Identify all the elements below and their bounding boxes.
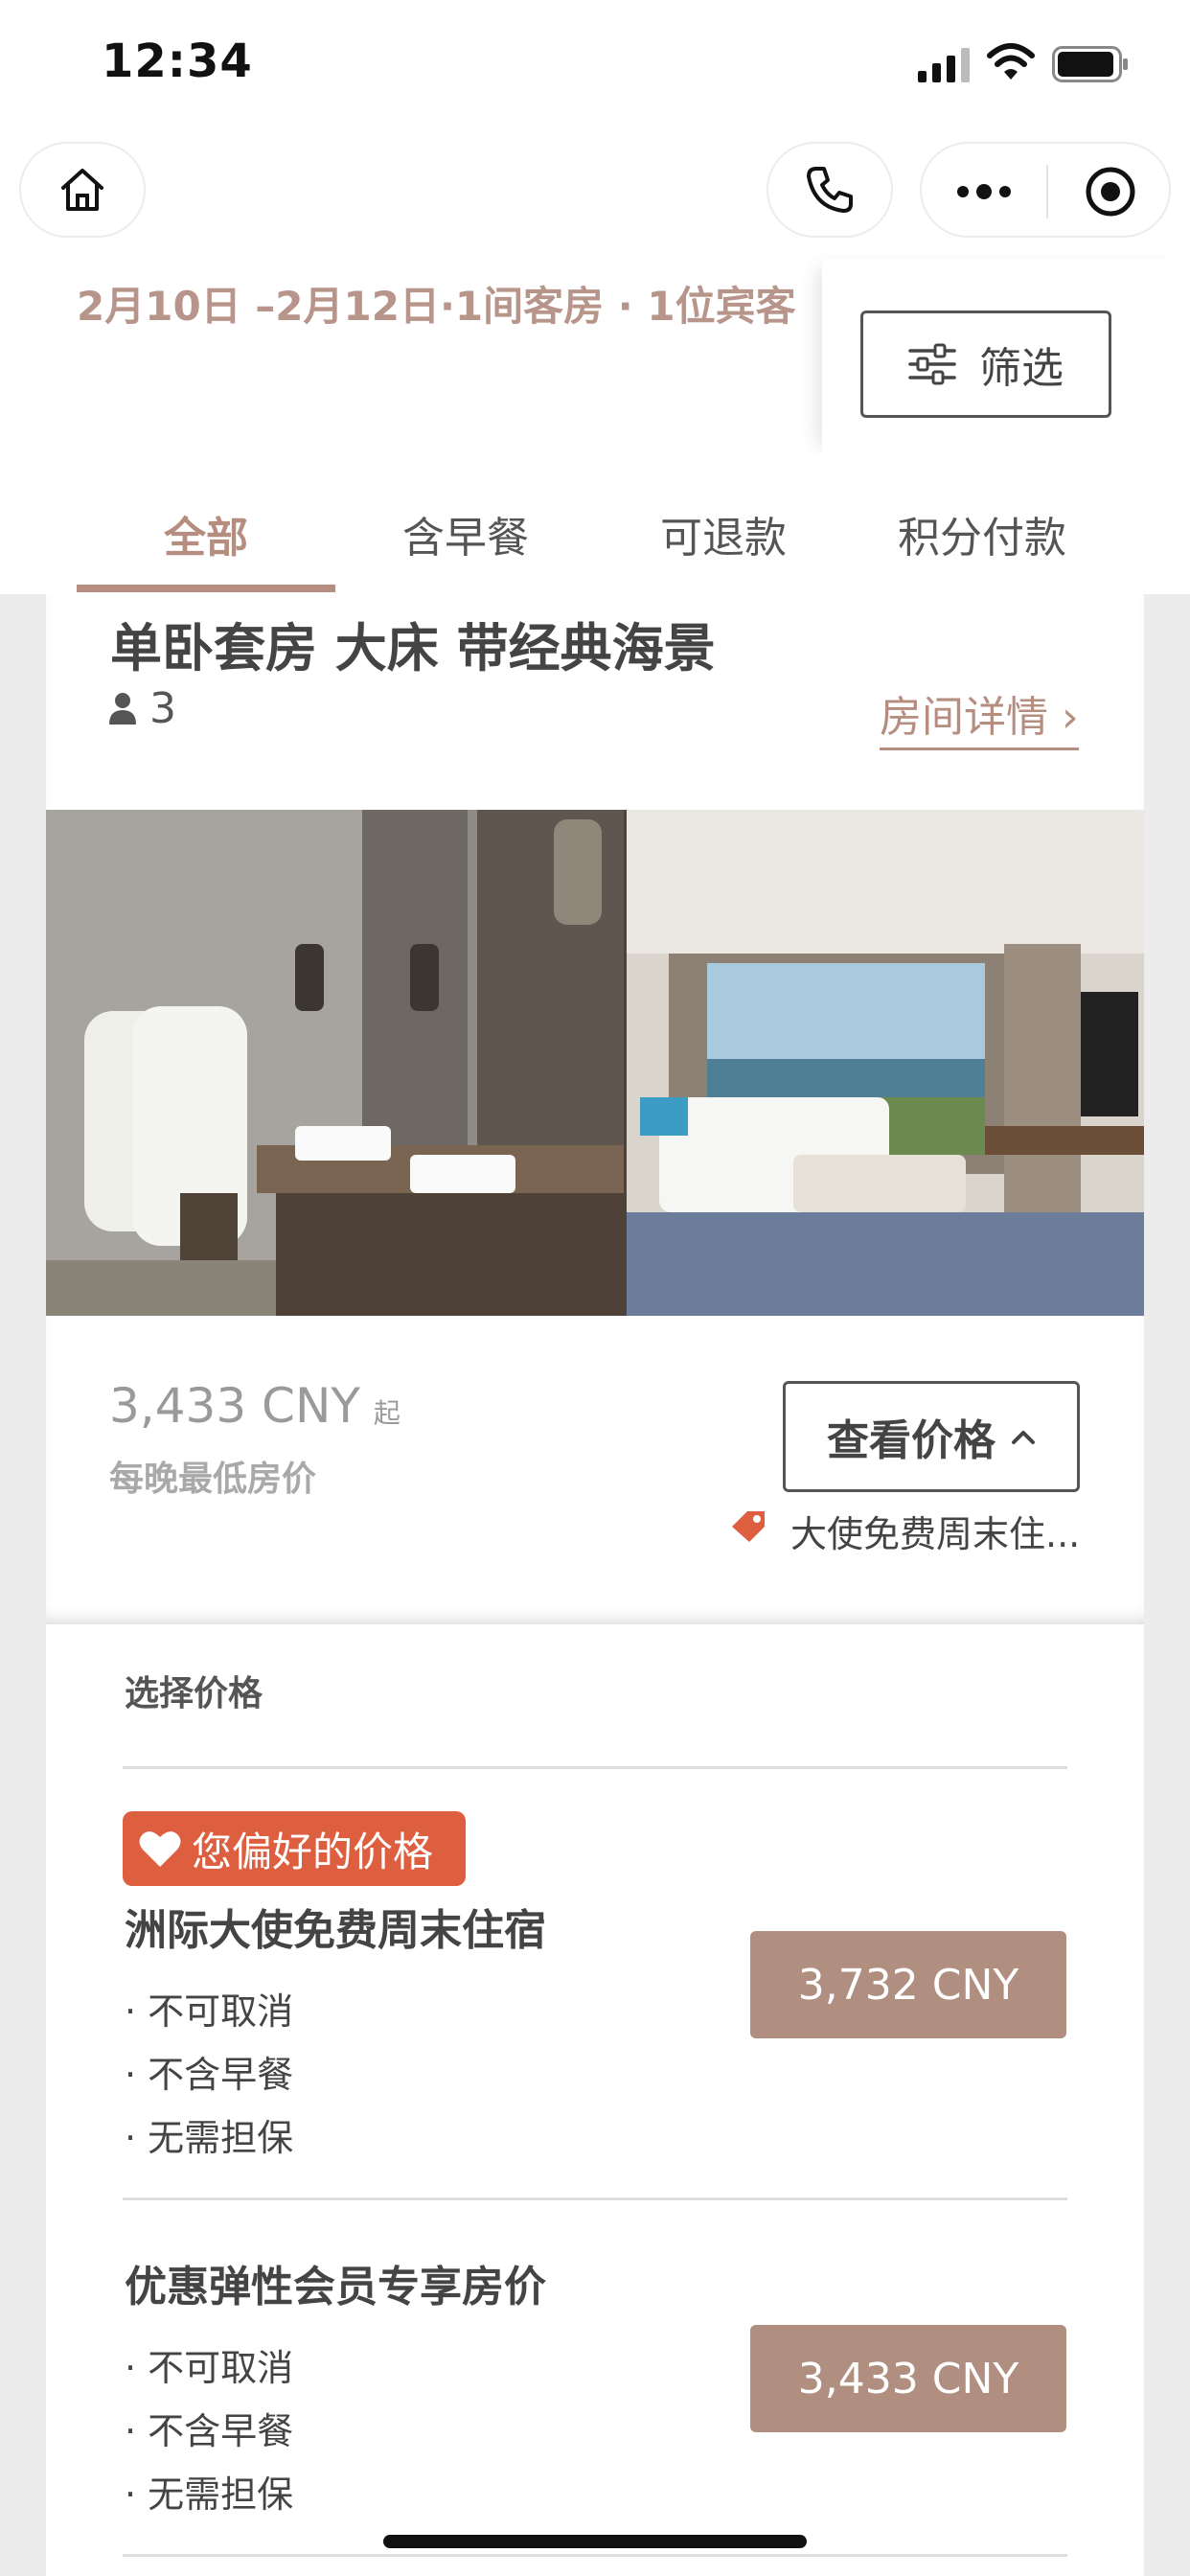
tag-icon (732, 1511, 765, 1542)
rate-feature: · 无需担保 (125, 2473, 294, 2516)
rate-feature: · 无需担保 (125, 2117, 294, 2159)
rate-feature: · 不含早餐 (125, 2410, 294, 2452)
mini-program-capsule (920, 142, 1171, 238)
preferred-rate-label: 您偏好的价格 (192, 1828, 434, 1875)
home-icon (61, 169, 103, 211)
close-mini-program-button[interactable] (1048, 144, 1173, 240)
price-from-label: 起 (373, 1397, 400, 1429)
guest-count: 3 (149, 684, 176, 733)
tab-all[interactable]: 全部 (77, 503, 335, 564)
tab-refundable[interactable]: 可退款 (594, 503, 853, 564)
status-time: 12:34 (102, 34, 253, 88)
select-rate-button[interactable]: 3,732 CNY (750, 1931, 1066, 2038)
more-button[interactable] (922, 144, 1046, 240)
rate-feature: · 不含早餐 (125, 2054, 294, 2096)
promo-label[interactable]: 大使免费周末住... (790, 1505, 1080, 1557)
active-tab-indicator (77, 585, 335, 592)
tab-points[interactable]: 积分付款 (853, 503, 1111, 564)
rate-section-heading: 选择价格 (125, 1674, 263, 1714)
rate-feature: · 不可取消 (125, 1990, 294, 2033)
cellular-signal-icon (918, 48, 970, 82)
lowest-price-value: 3,433 CNY (109, 1378, 360, 1434)
person-icon (109, 693, 136, 724)
view-price-button[interactable]: 查看价格 (783, 1381, 1080, 1492)
room-photo[interactable] (46, 810, 1144, 1316)
chevron-up-icon (1012, 1431, 1035, 1444)
view-price-label: 查看价格 (827, 1416, 995, 1465)
select-rate-button[interactable]: 3,433 CNY (750, 2325, 1066, 2432)
lowest-price: 3,433 CNY 起 (109, 1378, 400, 1434)
rate-name: 优惠弹性会员专享房价 (125, 2263, 546, 2312)
preferred-rate-badge: 您偏好的价格 (123, 1811, 466, 1886)
heart-icon (139, 1831, 181, 1867)
phone-icon (807, 167, 853, 213)
filter-label: 筛选 (979, 344, 1064, 393)
divider (123, 2554, 1067, 2557)
call-button[interactable] (767, 142, 893, 238)
home-button[interactable] (19, 142, 146, 238)
sliders-icon (908, 343, 956, 385)
filter-button[interactable]: 筛选 (860, 310, 1111, 418)
battery-icon (1052, 46, 1128, 82)
rate-name: 洲际大使免费周末住宿 (125, 1906, 546, 1955)
rate-feature: · 不可取消 (125, 2347, 294, 2389)
more-dots-icon (957, 184, 1011, 199)
home-indicator (383, 2535, 807, 2548)
divider (123, 1766, 1067, 1769)
target-circle-icon (1086, 167, 1135, 217)
wifi-icon (987, 43, 1035, 80)
room-details-link[interactable]: 房间详情 › (880, 682, 1079, 750)
tab-breakfast[interactable]: 含早餐 (336, 503, 595, 564)
divider (123, 2197, 1067, 2200)
lowest-price-caption: 每晚最低房价 (109, 1460, 317, 1499)
search-summary[interactable]: 2月10日 –2月12日·1间客房 · 1位宾客 (77, 274, 796, 333)
room-title: 单卧套房 大床 带经典海景 (110, 618, 716, 678)
